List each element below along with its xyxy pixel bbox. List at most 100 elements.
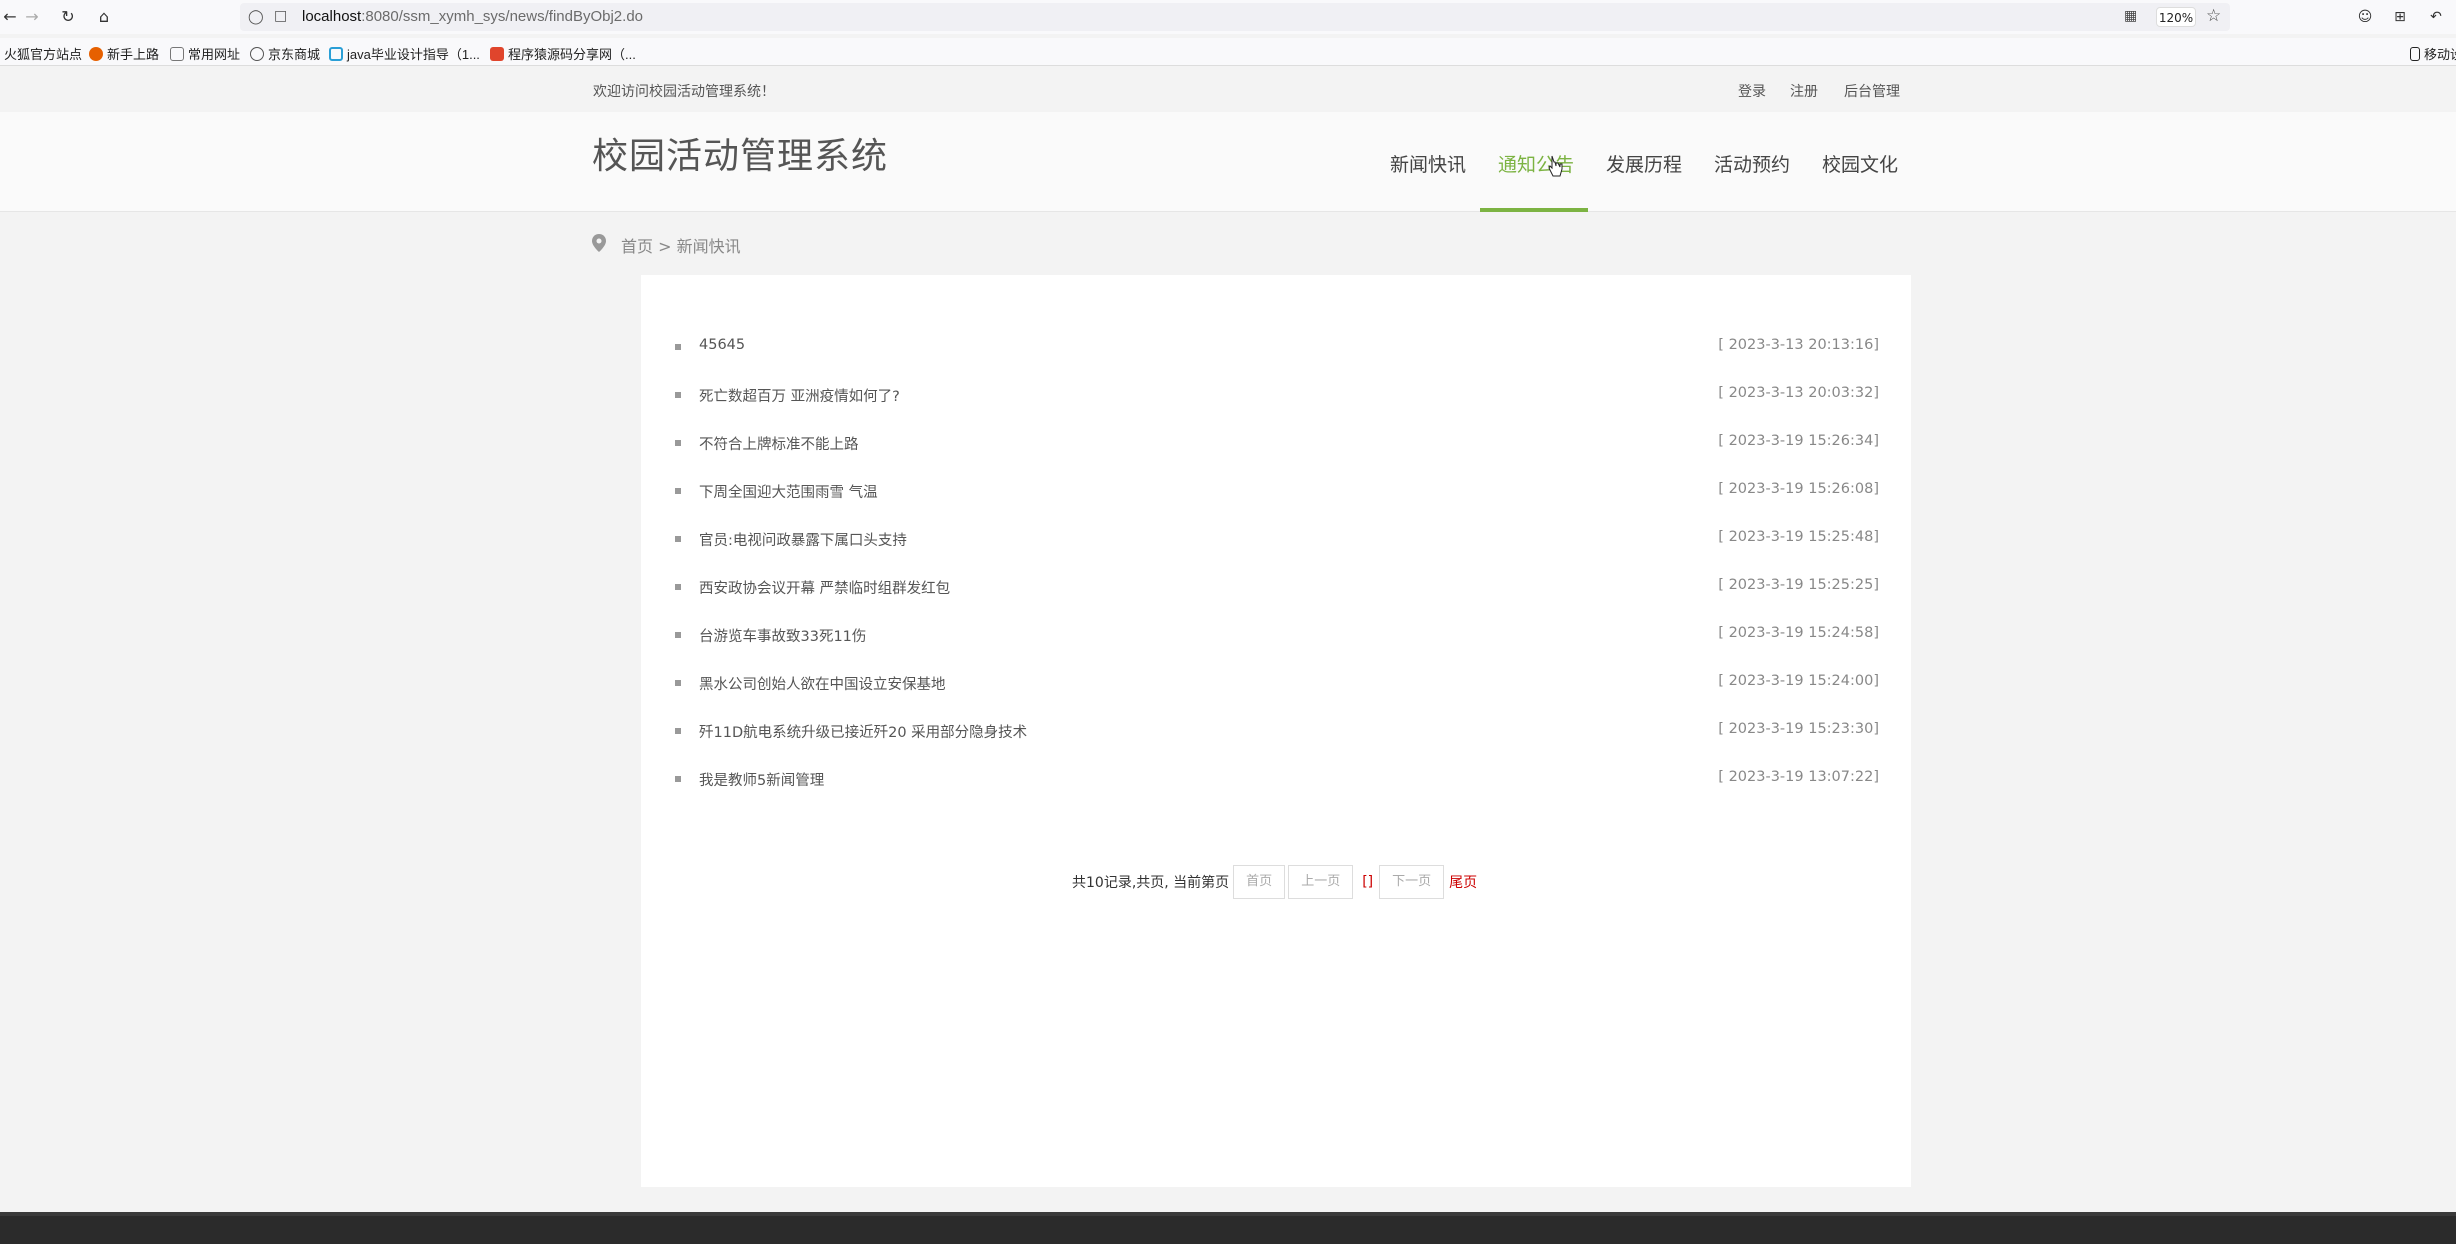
- back-icon[interactable]: ←: [0, 7, 20, 27]
- news-title[interactable]: 死亡数超百万 亚洲疫情如何了?: [699, 385, 900, 406]
- forward-icon[interactable]: →: [22, 7, 42, 27]
- crop-icon[interactable]: ⊞: [2390, 7, 2410, 27]
- news-title[interactable]: 不符合上牌标准不能上路: [699, 433, 859, 454]
- folder-icon: [170, 47, 184, 61]
- nav-history[interactable]: 发展历程: [1606, 150, 1682, 212]
- news-title[interactable]: 黑水公司创始人欲在中国设立安保基地: [699, 673, 946, 694]
- home-icon[interactable]: ⌂: [94, 7, 114, 27]
- list-item[interactable]: 死亡数超百万 亚洲疫情如何了? [ 2023-3-13 20:03:32]: [675, 383, 1879, 407]
- bullet: [675, 776, 681, 782]
- news-list-panel: 45645 [ 2023-3-13 20:13:16] 死亡数超百万 亚洲疫情如何…: [641, 275, 1911, 1187]
- bookmark-label: 京东商城: [268, 47, 321, 62]
- list-item[interactable]: 我是教师5新闻管理 [ 2023-3-19 13:07:22]: [675, 767, 1879, 791]
- bookmark-item[interactable]: 京东商城: [250, 44, 320, 63]
- reload-icon[interactable]: ↻: [58, 7, 78, 27]
- account-icon[interactable]: ☺: [2355, 7, 2375, 27]
- qr-code-icon[interactable]: ▦: [2124, 8, 2137, 24]
- page-info-icon[interactable]: □: [274, 8, 287, 24]
- location-pin-icon: [592, 234, 606, 252]
- url-text[interactable]: localhost:8080/ssm_xymh_sys/news/findByO…: [302, 8, 643, 25]
- news-date: [ 2023-3-19 15:26:08]: [1718, 481, 1879, 497]
- bookmark-label: java毕业设计指导（1...: [347, 47, 480, 62]
- news-date: [ 2023-3-19 13:07:22]: [1718, 769, 1879, 785]
- mobile-bookmarks[interactable]: 移动设: [2410, 44, 2456, 63]
- shield-icon[interactable]: ◯: [248, 9, 264, 25]
- bullet: [675, 440, 681, 446]
- bullet: [675, 344, 681, 350]
- list-item[interactable]: 不符合上牌标准不能上路 [ 2023-3-19 15:26:34]: [675, 431, 1879, 455]
- news-date: [ 2023-3-19 15:24:58]: [1718, 625, 1879, 641]
- list-item[interactable]: 台游览车事故致33死11伤 [ 2023-3-19 15:24:58]: [675, 623, 1879, 647]
- news-title[interactable]: 下周全国迎大范围雨雪 气温: [699, 481, 878, 502]
- list-item[interactable]: 下周全国迎大范围雨雪 气温 [ 2023-3-19 15:26:08]: [675, 479, 1879, 503]
- bookmark-item[interactable]: 程序猿源码分享网（...: [490, 44, 636, 63]
- list-item[interactable]: 西安政协会议开幕 严禁临时组群发红包 [ 2023-3-19 15:25:25]: [675, 575, 1879, 599]
- news-title[interactable]: 西安政协会议开幕 严禁临时组群发红包: [699, 577, 950, 598]
- mouse-cursor-icon: [1548, 155, 1563, 177]
- bullet: [675, 584, 681, 590]
- pagination: 共10记录,共页, 当前第页 首页 上一页 [] 下一页 尾页: [1072, 865, 1477, 899]
- breadcrumb-separator: >: [653, 237, 677, 256]
- bullet: [675, 536, 681, 542]
- nav-culture[interactable]: 校园文化: [1822, 150, 1898, 212]
- browser-toolbar: ← → ↻ ⌂ ◯ □ localhost:8080/ssm_xymh_sys/…: [0, 0, 2456, 34]
- news-date: [ 2023-3-19 15:24:00]: [1718, 673, 1879, 689]
- address-bar[interactable]: ◯ □ localhost:8080/ssm_xymh_sys/news/fin…: [240, 3, 2230, 31]
- list-item[interactable]: 官员:电视问政暴露下属口头支持 [ 2023-3-19 15:25:48]: [675, 527, 1879, 551]
- bilibili-icon: [329, 47, 343, 61]
- bookmark-item[interactable]: 火狐官方站点: [4, 44, 82, 63]
- bullet: [675, 392, 681, 398]
- welcome-text: 欢迎访问校园活动管理系统！: [593, 84, 775, 100]
- nav-news[interactable]: 新闻快讯: [1390, 150, 1466, 212]
- bullet: [675, 488, 681, 494]
- news-title[interactable]: 我是教师5新闻管理: [699, 769, 824, 790]
- news-date: [ 2023-3-19 15:26:34]: [1718, 433, 1879, 449]
- breadcrumb-current[interactable]: 新闻快讯: [677, 237, 741, 256]
- login-link[interactable]: 登录: [1738, 81, 1766, 101]
- site-header: 校园活动管理系统 新闻快讯 通知公告 发展历程 活动预约 校园文化: [0, 112, 2456, 212]
- news-date: [ 2023-3-19 15:25:25]: [1718, 577, 1879, 593]
- register-link[interactable]: 注册: [1790, 81, 1818, 101]
- next-page-button[interactable]: 下一页: [1379, 865, 1445, 899]
- list-item[interactable]: 歼11D航电系统升级已接近歼20 采用部分隐身技术 [ 2023-3-19 15:…: [675, 719, 1879, 743]
- bookmark-label: 程序猿源码分享网（...: [508, 47, 636, 62]
- site-logo[interactable]: 校园活动管理系统: [592, 127, 888, 179]
- list-item[interactable]: 黑水公司创始人欲在中国设立安保基地 [ 2023-3-19 15:24:00]: [675, 671, 1879, 695]
- bullet: [675, 680, 681, 686]
- list-item[interactable]: 45645 [ 2023-3-13 20:13:16]: [675, 335, 1879, 359]
- breadcrumb-home[interactable]: 首页: [621, 237, 653, 256]
- bookmark-label: 常用网址: [188, 47, 241, 62]
- news-title[interactable]: 台游览车事故致33死11伤: [699, 625, 866, 646]
- bookmark-item[interactable]: 常用网址: [170, 44, 240, 63]
- bookmark-star-icon[interactable]: ☆: [2206, 6, 2221, 26]
- breadcrumb: 首页 > 新闻快讯: [621, 233, 741, 257]
- site-topbar: 欢迎访问校园活动管理系统！ 登录 注册 后台管理: [0, 66, 2456, 112]
- news-title[interactable]: 45645: [699, 337, 745, 353]
- url-path: :8080/ssm_xymh_sys/news/findByObj2.do: [361, 8, 644, 25]
- bookmark-label: 火狐官方站点: [4, 47, 83, 62]
- undo-icon[interactable]: ↶: [2426, 7, 2446, 27]
- nav-booking[interactable]: 活动预约: [1714, 150, 1790, 212]
- last-page-button[interactable]: 尾页: [1449, 872, 1477, 892]
- admin-link[interactable]: 后台管理: [1844, 81, 1900, 101]
- firefox-icon: [89, 47, 103, 61]
- bookmark-label: 新手上路: [107, 47, 160, 62]
- taskbar: [0, 1212, 2456, 1244]
- news-title[interactable]: 官员:电视问政暴露下属口头支持: [699, 529, 907, 550]
- first-page-button[interactable]: 首页: [1233, 865, 1286, 899]
- nav-active-indicator: [1480, 208, 1588, 212]
- bullet: [675, 728, 681, 734]
- bullet: [675, 632, 681, 638]
- news-date: [ 2023-3-19 15:23:30]: [1718, 721, 1879, 737]
- site-c-icon: [490, 47, 504, 61]
- mobile-icon: [2410, 47, 2420, 61]
- mobile-label: 移动设: [2424, 47, 2456, 62]
- news-date: [ 2023-3-13 20:13:16]: [1718, 337, 1879, 353]
- zoom-level[interactable]: 120%: [2156, 7, 2196, 27]
- news-title[interactable]: 歼11D航电系统升级已接近歼20 采用部分隐身技术: [699, 721, 1027, 742]
- prev-page-button[interactable]: 上一页: [1288, 865, 1354, 899]
- current-page: []: [1362, 874, 1374, 890]
- globe-icon: [250, 47, 264, 61]
- bookmark-item[interactable]: java毕业设计指导（1...: [329, 44, 480, 63]
- bookmark-item[interactable]: 新手上路: [89, 44, 159, 63]
